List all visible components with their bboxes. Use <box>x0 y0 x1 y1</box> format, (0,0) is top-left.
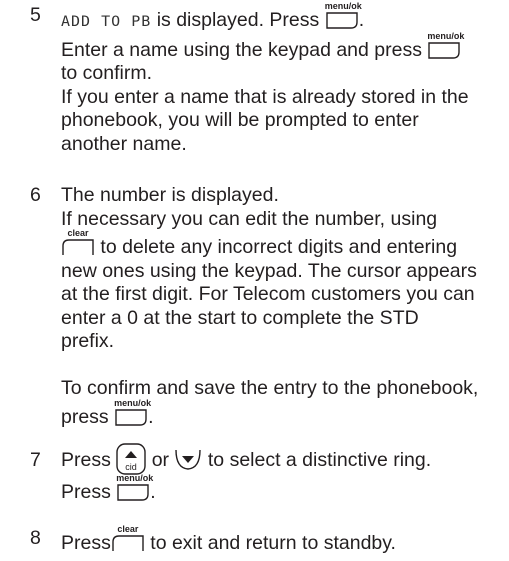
step-line: press menu/ok . <box>61 397 154 428</box>
lcd-text: ADD TO PB <box>61 12 152 30</box>
step-line: Press menu/ok . <box>61 473 156 504</box>
cid-up-key-icon: cid <box>116 443 146 475</box>
step-line: new ones using the keypad. The cursor ap… <box>61 259 477 282</box>
step-line: another name. <box>61 132 187 155</box>
step-line: Press clear to exit and return to standb… <box>61 524 396 555</box>
step-line: To confirm and save the entry to the pho… <box>61 377 479 399</box>
step-line: prefix. <box>61 330 115 352</box>
clear-key-icon: clear <box>111 525 145 553</box>
step-body: ADD TO PB is displayed. Press menu/ok . … <box>61 1 497 156</box>
step-line <box>61 354 497 378</box>
step-body: Press cid or to select a distinctive rin… <box>61 443 497 505</box>
step-line: Enter a name using the keypad and press … <box>61 30 465 61</box>
step-line: The number is displayed. <box>61 184 279 206</box>
step-line: enter a 0 at the start to complete the S… <box>61 306 419 329</box>
step-body: The number is displayed. If necessary yo… <box>61 184 497 429</box>
step-line: clear to delete any incorrect digits and… <box>61 229 497 260</box>
step-number: 6 <box>30 184 41 206</box>
step-number: 5 <box>30 4 41 26</box>
step-line: at the first digit. For Telecom customer… <box>61 283 475 305</box>
svg-text:cid: cid <box>126 462 138 472</box>
menu-ok-key-icon: menu/ok <box>116 474 153 502</box>
menu-ok-key-icon: menu/ok <box>114 398 151 427</box>
step-number: 8 <box>30 527 41 549</box>
step-line: phonebook, you will be prompted to enter <box>61 109 419 131</box>
menu-ok-key-icon: menu/ok <box>325 2 362 30</box>
step-line: If you enter a name that is already stor… <box>61 85 469 108</box>
step-line: to confirm. <box>61 62 153 84</box>
step-line: ADD TO PB is displayed. Press menu/ok . <box>61 1 365 32</box>
step-number: 7 <box>30 449 41 471</box>
down-key-icon <box>174 448 202 472</box>
step-line: Press cid or to select a distinctive rin… <box>61 443 497 476</box>
menu-ok-key-icon: menu/ok <box>427 31 464 60</box>
step-line: If necessary you can edit the number, us… <box>61 207 438 230</box>
step-body: Press clear to exit and return to standb… <box>61 524 497 556</box>
clear-key-icon: clear <box>61 229 95 257</box>
